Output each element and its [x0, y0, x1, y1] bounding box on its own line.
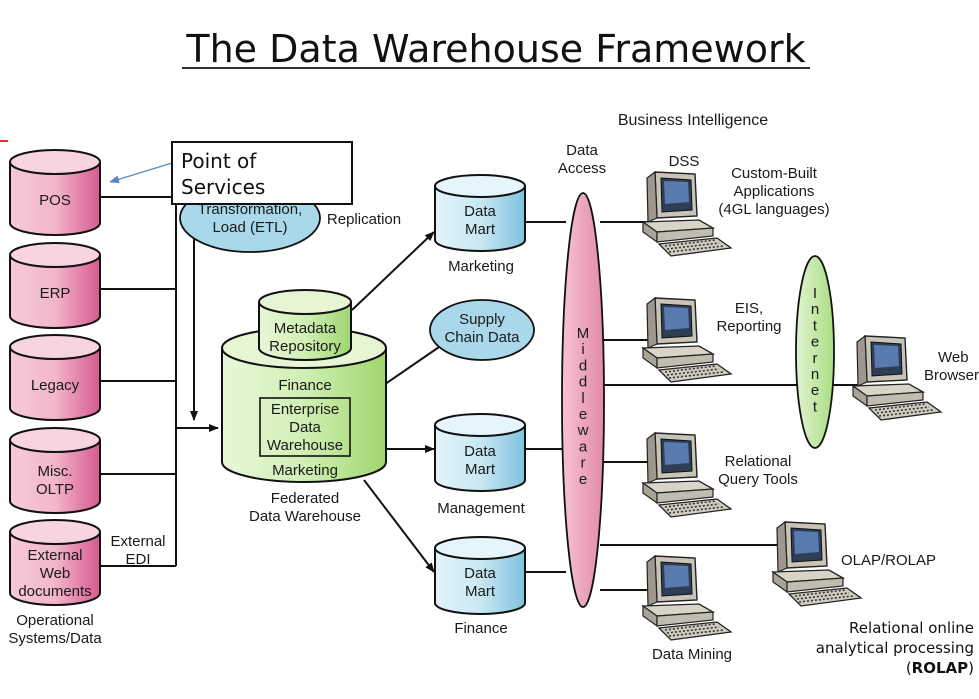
- internet-letter: n: [811, 366, 819, 383]
- eis-label-2: Reporting: [716, 318, 781, 335]
- custom-label-3: (4GL languages): [718, 201, 829, 218]
- data-mart-finance: Data Mart: [434, 536, 526, 615]
- internet-ellipse: Internet: [795, 255, 835, 449]
- middleware-letter: d: [579, 357, 587, 374]
- enterprise-label-3: Warehouse: [267, 437, 343, 454]
- mart-management-label-1: Data: [464, 443, 496, 460]
- middleware-letter: e: [579, 471, 587, 488]
- metadata-repository: Metadata Repository: [258, 289, 352, 361]
- rolap-note-2: analytical processing: [816, 639, 974, 657]
- source-misc-label-1: Misc.: [38, 463, 73, 480]
- source-ext-label-3: documents: [18, 583, 91, 600]
- callout-line-2: Services: [181, 175, 265, 199]
- replication-label: Replication: [327, 211, 401, 228]
- source-ext-label-1: External: [27, 547, 82, 564]
- enterprise-label-2: Data: [289, 419, 321, 436]
- middleware-letter: i: [581, 341, 584, 358]
- warehouse-finance-label: Finance: [278, 377, 331, 394]
- middleware-ellipse: Middleware: [561, 192, 605, 608]
- computer-data-mining: [642, 555, 732, 641]
- data-mart-marketing: Data Mart: [434, 174, 526, 252]
- relational-label-2: Query Tools: [718, 471, 798, 488]
- middleware-letter: d: [579, 374, 587, 391]
- source-ext-label-2: Web: [40, 565, 71, 582]
- data-mining-label: Data Mining: [652, 646, 732, 663]
- source-pos: POS: [9, 149, 101, 236]
- supply-chain-label-2: Chain Data: [444, 329, 520, 346]
- point-of-services-callout: Point of Services: [109, 141, 353, 205]
- middleware-letter: w: [577, 422, 589, 439]
- mart-finance-caption: Finance: [454, 620, 507, 637]
- middleware-letter: l: [581, 390, 584, 407]
- source-erp-label: ERP: [40, 285, 71, 302]
- web-label-2: Browser: [924, 367, 979, 384]
- mart-marketing-label-1: Data: [464, 203, 496, 220]
- supply-chain-label-1: Supply: [459, 311, 505, 328]
- warehouse-caption-2: Data Warehouse: [249, 508, 361, 525]
- mart-marketing-label-2: Mart: [465, 221, 496, 238]
- source-external-web: External Web documents: [9, 519, 101, 606]
- warehouse-marketing-label: Marketing: [272, 462, 338, 479]
- source-connectors: [100, 186, 219, 567]
- enterprise-label-1: Enterprise: [271, 401, 339, 418]
- olap-label: OLAP/ROLAP: [841, 552, 936, 569]
- dss-label: DSS: [669, 153, 700, 170]
- mart-finance-label-1: Data: [464, 565, 496, 582]
- data-mart-management: Data Mart: [434, 413, 526, 492]
- source-misc-oltp: Misc. OLTP: [9, 427, 101, 514]
- rolap-note-3: (ROLAP): [906, 659, 974, 677]
- etl-label-2: Load (ETL): [212, 219, 287, 236]
- source-pos-label: POS: [39, 192, 71, 209]
- sources-caption-1: Operational: [16, 612, 94, 629]
- source-misc-label-2: OLTP: [36, 481, 74, 498]
- metadata-label-2: Repository: [269, 338, 341, 355]
- middleware-letter: a: [579, 438, 588, 455]
- metadata-label-1: Metadata: [274, 320, 337, 337]
- internet-letter: r: [813, 350, 818, 367]
- data-access-label-1: Data: [566, 142, 598, 159]
- internet-letter: e: [811, 382, 819, 399]
- mart-marketing-caption: Marketing: [448, 258, 514, 275]
- internet-letter: n: [811, 301, 819, 318]
- rolap-note-1: Relational online: [849, 619, 974, 637]
- sources-caption-2: Systems/Data: [8, 630, 102, 647]
- web-label-1: Web: [938, 349, 969, 366]
- custom-label-1: Custom-Built: [731, 165, 818, 182]
- internet-letter: e: [811, 334, 819, 351]
- source-erp: ERP: [9, 242, 101, 329]
- callout-line-1: Point of: [181, 149, 257, 173]
- mart-management-caption: Management: [437, 500, 525, 517]
- external-edi-label-2: EDI: [125, 551, 150, 568]
- external-edi-label-1: External: [110, 533, 165, 550]
- internet-letter: I: [813, 285, 817, 302]
- data-access-label-2: Access: [558, 160, 606, 177]
- mart-management-label-2: Mart: [465, 461, 496, 478]
- diagram-canvas: The Data Warehouse Framework POS ERP Leg…: [0, 27, 979, 677]
- mart-finance-label-2: Mart: [465, 583, 496, 600]
- relational-label-1: Relational: [725, 453, 792, 470]
- custom-label-2: Applications: [734, 183, 815, 200]
- internet-letters: Internet: [811, 285, 819, 415]
- middleware-letter: r: [581, 455, 586, 472]
- warehouse-caption-1: Federated: [271, 490, 339, 507]
- computer-eis: [642, 297, 732, 383]
- eis-label-1: EIS,: [735, 300, 763, 317]
- middleware-letter: e: [579, 406, 587, 423]
- middleware-letter: M: [577, 325, 590, 342]
- page-title: The Data Warehouse Framework: [185, 27, 805, 71]
- business-intelligence-label: Business Intelligence: [618, 112, 768, 129]
- source-legacy: Legacy: [9, 334, 101, 421]
- source-legacy-label: Legacy: [31, 377, 80, 394]
- supply-chain-ellipse: Supply Chain Data: [429, 299, 535, 361]
